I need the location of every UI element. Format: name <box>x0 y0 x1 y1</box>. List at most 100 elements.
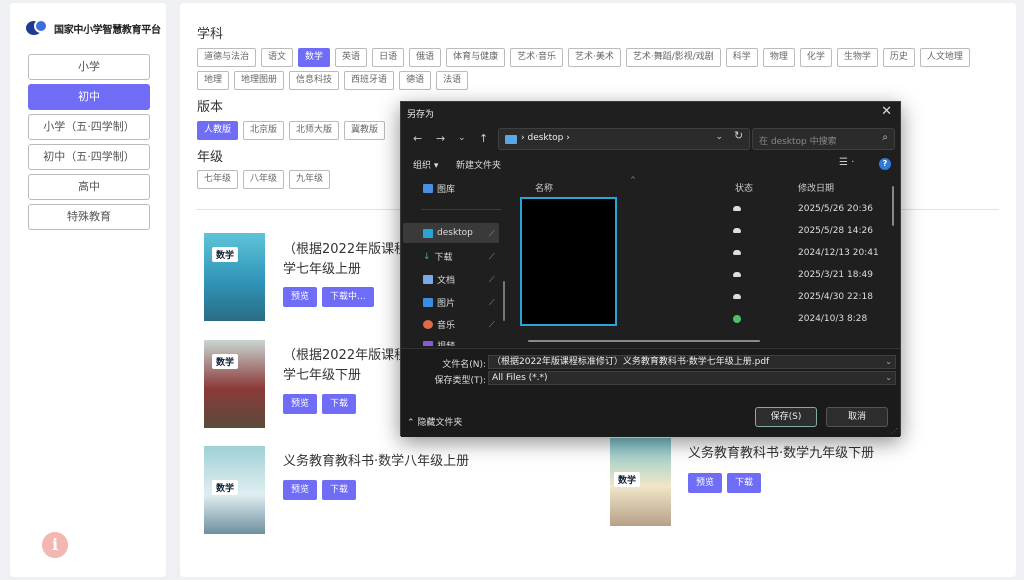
picture-icon <box>423 298 433 307</box>
subject-tag[interactable]: 科学 <box>725 48 758 67</box>
nav-documents[interactable]: 文档 <box>423 273 455 286</box>
book-cover[interactable]: 数学 <box>204 446 265 534</box>
filename-field[interactable]: （根据2022年版课程标准修订）义务教育教科书·数学七年级上册.pdf ⌄ <box>488 355 896 369</box>
col-status[interactable]: 状态 <box>735 181 753 194</box>
subject-tag[interactable]: 数学 <box>298 48 331 67</box>
stage-primary-54[interactable]: 小学（五·四学制） <box>28 114 150 140</box>
close-icon[interactable]: ✕ <box>881 104 892 119</box>
subject-tag[interactable]: 道德与法治 <box>197 48 257 67</box>
file-list: 名称 ^ 状态 修改日期 2025/5/26 20:36 2025/5/28 1… <box>513 176 901 346</box>
book-actions: 预览 下载 <box>688 473 762 493</box>
edition-tag[interactable]: 北京版 <box>243 121 285 140</box>
subject-tag[interactable]: 历史 <box>882 48 915 67</box>
subject-tag[interactable]: 地理 <box>197 71 230 90</box>
gallery-icon <box>423 184 433 193</box>
preview-button[interactable]: 预览 <box>688 473 723 493</box>
subject-tag[interactable]: 体育与健康 <box>446 48 506 67</box>
file-thumbnail[interactable] <box>520 197 617 326</box>
grade-tag[interactable]: 七年级 <box>197 170 239 189</box>
nav-scrollbar[interactable] <box>503 281 505 321</box>
help-icon[interactable]: ? <box>879 158 891 170</box>
subject-tag[interactable]: 日语 <box>372 48 405 67</box>
grade-tag[interactable]: 九年级 <box>289 170 331 189</box>
nav-separator <box>421 209 501 210</box>
subject-tag[interactable]: 人文地理 <box>919 48 970 67</box>
resize-grip-icon[interactable]: ⋰ <box>891 427 898 435</box>
subject-tag[interactable]: 西班牙语 <box>344 71 395 90</box>
nav-desktop[interactable]: desktop <box>403 223 499 243</box>
download-button[interactable]: 下载中... <box>322 287 374 307</box>
organize-menu[interactable]: 组织 ▾ <box>413 158 438 171</box>
download-button[interactable]: 下载 <box>727 473 762 493</box>
book-cover[interactable]: 数学 <box>204 340 265 428</box>
edition-tag[interactable]: 冀教版 <box>344 121 386 140</box>
subject-tag[interactable]: 英语 <box>335 48 368 67</box>
stage-special[interactable]: 特殊教育 <box>28 204 150 230</box>
preview-button[interactable]: 预览 <box>283 394 318 414</box>
file-date: 2025/5/26 20:36 <box>798 204 873 214</box>
subject-tag[interactable]: 信息科技 <box>289 71 340 90</box>
up-arrow-icon[interactable]: ↑ <box>479 132 488 145</box>
edition-tag[interactable]: 北师大版 <box>289 121 340 140</box>
subject-tag[interactable]: 化学 <box>799 48 832 67</box>
folder-icon <box>505 135 517 144</box>
subject-tag[interactable]: 艺术·音乐 <box>510 48 563 67</box>
filetype-label: 保存类型(T): <box>434 376 486 386</box>
nav-downloads[interactable]: ↓ 下载 <box>423 250 453 264</box>
hide-folders-toggle[interactable]: ⌃ 隐藏文件夹 <box>407 415 462 428</box>
col-name[interactable]: 名称 <box>535 181 553 194</box>
logo-icon <box>26 19 48 37</box>
stage-senior[interactable]: 高中 <box>28 174 150 200</box>
preview-button[interactable]: 预览 <box>283 287 318 307</box>
book-cover[interactable]: 数学 <box>204 233 265 321</box>
nav-pictures[interactable]: 图片 <box>423 296 455 309</box>
stage-junior-54[interactable]: 初中（五·四学制） <box>28 144 150 170</box>
dialog-footer: 文件名(N): （根据2022年版课程标准修订）义务教育教科书·数学七年级上册.… <box>401 348 900 437</box>
subject-tag[interactable]: 物理 <box>762 48 795 67</box>
stage-junior[interactable]: 初中 <box>28 84 150 110</box>
subject-tag[interactable]: 地理图册 <box>234 71 285 90</box>
forward-arrow-icon[interactable]: → <box>436 132 445 145</box>
search-input[interactable]: 在 desktop 中搜索 ⌕ <box>752 128 895 150</box>
preview-button[interactable]: 预览 <box>283 480 318 500</box>
refresh-icon[interactable]: ↻ <box>734 129 743 142</box>
grade-title: 年级 <box>197 150 224 165</box>
save-button[interactable]: 保存(S) <box>755 407 817 427</box>
book-title: 义务教育教科书·数学九年级下册 <box>688 446 875 461</box>
subject-tag[interactable]: 生物学 <box>836 48 878 67</box>
stage-primary[interactable]: 小学 <box>28 54 150 80</box>
cover-label: 数学 <box>614 472 641 487</box>
grade-tag[interactable]: 八年级 <box>243 170 285 189</box>
chevron-down-icon[interactable]: ⌄ <box>885 372 892 384</box>
info-icon[interactable]: i <box>42 532 68 558</box>
filetype-select[interactable]: All Files (*.*) ⌄ <box>488 371 896 385</box>
back-arrow-icon[interactable]: ← <box>413 132 422 145</box>
subject-tag[interactable]: 艺术·舞蹈/影视/戏剧 <box>625 48 721 67</box>
col-date[interactable]: 修改日期 <box>798 181 834 194</box>
platform-logo[interactable]: 国家中小学智慧教育平台 <box>26 19 161 37</box>
subject-tag[interactable]: 语文 <box>261 48 294 67</box>
cancel-button[interactable]: 取消 <box>826 407 888 427</box>
book-cover[interactable]: 数学 <box>610 438 671 526</box>
horizontal-scrollbar[interactable] <box>528 340 760 342</box>
cloud-icon <box>733 294 741 299</box>
file-date: 2025/4/30 22:18 <box>798 292 873 302</box>
chevron-down-icon[interactable]: ⌄ <box>715 132 723 142</box>
subject-tag[interactable]: 德语 <box>399 71 432 90</box>
edition-tag[interactable]: 人教版 <box>197 121 239 140</box>
vertical-scrollbar[interactable] <box>892 186 894 226</box>
nav-gallery[interactable]: 图库 <box>423 182 455 195</box>
chevron-down-icon[interactable]: ⌄ <box>885 356 892 368</box>
recent-chevron-icon[interactable]: ⌄ <box>458 133 466 143</box>
nav-videos[interactable]: 视频 <box>423 339 455 346</box>
nav-music[interactable]: 音乐 <box>423 318 455 331</box>
download-button[interactable]: 下载 <box>322 394 357 414</box>
new-folder-button[interactable]: 新建文件夹 <box>456 158 501 171</box>
download-button[interactable]: 下载 <box>322 480 357 500</box>
view-options-icon[interactable]: ☰ · <box>839 157 854 168</box>
path-box[interactable]: › desktop › ⌄ <box>498 128 750 150</box>
pin-icon: ⟋ <box>489 229 495 238</box>
subject-tag[interactable]: 法语 <box>436 71 469 90</box>
subject-tag[interactable]: 艺术·美术 <box>567 48 621 67</box>
subject-tag[interactable]: 俄语 <box>409 48 442 67</box>
